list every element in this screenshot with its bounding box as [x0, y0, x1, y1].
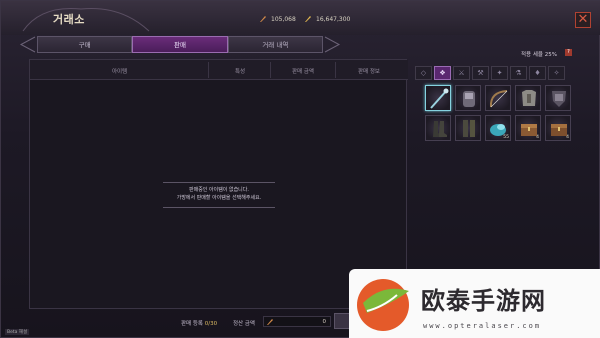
gold-amount: 16,647,300	[316, 15, 351, 23]
watermark-url: www.opteralaser.com	[423, 322, 542, 330]
settle-amount-value: 0	[322, 319, 327, 325]
title-bar: 거래소 105,068 16,647,300 ✕	[1, 1, 600, 35]
tab-right-cap	[323, 36, 343, 53]
category-weapon-icon[interactable]: ⚔	[453, 66, 470, 80]
bow-icon	[489, 90, 508, 108]
tab-sell[interactable]: 판매	[132, 36, 228, 53]
register-text: 판매 등록	[181, 321, 203, 327]
divider	[335, 62, 336, 78]
inventory-slot-gauntlet[interactable]	[455, 85, 481, 111]
category-prev-icon[interactable]: ◇	[415, 66, 432, 80]
inventory-slot-boots[interactable]	[425, 115, 451, 141]
close-icon: ✕	[577, 12, 589, 27]
settle-label: 정산 금액	[233, 321, 255, 327]
header-item: 아이템	[112, 69, 128, 75]
exchange-window: 거래소 105,068 16,647,300 ✕ 구매 판매 거래 내역 아이템…	[0, 0, 600, 338]
inventory-slot-staff[interactable]	[425, 85, 451, 111]
greaves-icon	[463, 120, 475, 137]
register-count: 0/30	[204, 321, 218, 327]
silver-icon	[267, 319, 273, 325]
tab-history[interactable]: 거래 내역	[227, 36, 323, 53]
gauntlet-icon	[463, 91, 475, 107]
inventory-slot-shield[interactable]	[545, 85, 571, 111]
category-misc-icon[interactable]: ✧	[548, 66, 565, 80]
inventory-grid: 55 4 4	[425, 85, 571, 143]
category-potion-icon[interactable]: ♦	[529, 66, 546, 80]
watermark-brand: 欧泰手游网	[421, 287, 546, 315]
tab-buy[interactable]: 구매	[37, 36, 133, 53]
silver-amount: 105,068	[271, 15, 296, 23]
slot-quantity: 4	[566, 135, 569, 140]
armor-icon	[522, 90, 536, 106]
register-label: 판매 등록 0/30	[181, 319, 217, 327]
silver-icon	[260, 16, 266, 22]
empty-message: 판매중인 아이템이 없습니다. 가방에서 판매할 아이템을 선택해주세요.	[163, 182, 275, 208]
window-title: 거래소	[53, 13, 85, 26]
category-armor-icon[interactable]: ⚒	[472, 66, 489, 80]
settle-amount-field: 0	[263, 316, 331, 327]
header-info: 판매 정보	[358, 69, 380, 75]
beta-badge: Beta 해설	[5, 329, 30, 335]
slot-quantity: 55	[503, 135, 509, 140]
shield-icon	[552, 91, 566, 107]
divider	[270, 62, 271, 78]
table-header: 아이템 특성 판매 금액 판매 정보	[30, 60, 408, 80]
tax-rate-label: 적용 세율 25%	[521, 52, 557, 58]
watermark: 欧泰手游网 www.opteralaser.com	[349, 269, 600, 338]
staff-icon	[430, 88, 449, 109]
header-price: 판매 금액	[292, 69, 314, 75]
help-icon[interactable]: ?	[565, 49, 572, 56]
header-trait: 특성	[235, 69, 246, 75]
chevron-left-icon	[19, 36, 36, 53]
silver-display: 105,068	[259, 15, 296, 23]
inventory-slot-greaves[interactable]	[455, 115, 481, 141]
leaf-logo-icon	[357, 279, 409, 331]
gold-display: 16,647,300	[304, 15, 350, 23]
empty-line-1: 판매중인 아이템이 없습니다.	[189, 187, 249, 193]
inventory-slot-chest[interactable]: 4	[515, 115, 541, 141]
inventory-category-bar: ◇ ❖ ⚔ ⚒ ✦ ⚗ ♦ ✧	[415, 65, 575, 81]
tab-left-cap	[17, 36, 37, 53]
empty-line-2: 가방에서 판매할 아이템을 선택해주세요.	[176, 195, 262, 201]
inventory-slot-bow[interactable]	[485, 85, 511, 111]
inventory-slot-armor[interactable]	[515, 85, 541, 111]
tab-bar: 구매 판매 거래 내역	[17, 36, 343, 53]
slot-quantity: 4	[536, 135, 539, 140]
ornament-icon	[22, 7, 150, 32]
inventory-slot-crystal[interactable]: 55	[485, 115, 511, 141]
category-accessory-icon[interactable]: ✦	[491, 66, 508, 80]
chevron-right-icon	[324, 36, 341, 53]
category-all-icon[interactable]: ❖	[434, 66, 451, 80]
gold-icon	[305, 16, 311, 22]
boots-icon	[433, 121, 447, 137]
close-button[interactable]: ✕	[575, 12, 591, 28]
inventory-slot-chest-2[interactable]: 4	[545, 115, 571, 141]
category-material-icon[interactable]: ⚗	[510, 66, 527, 80]
divider	[208, 62, 209, 78]
